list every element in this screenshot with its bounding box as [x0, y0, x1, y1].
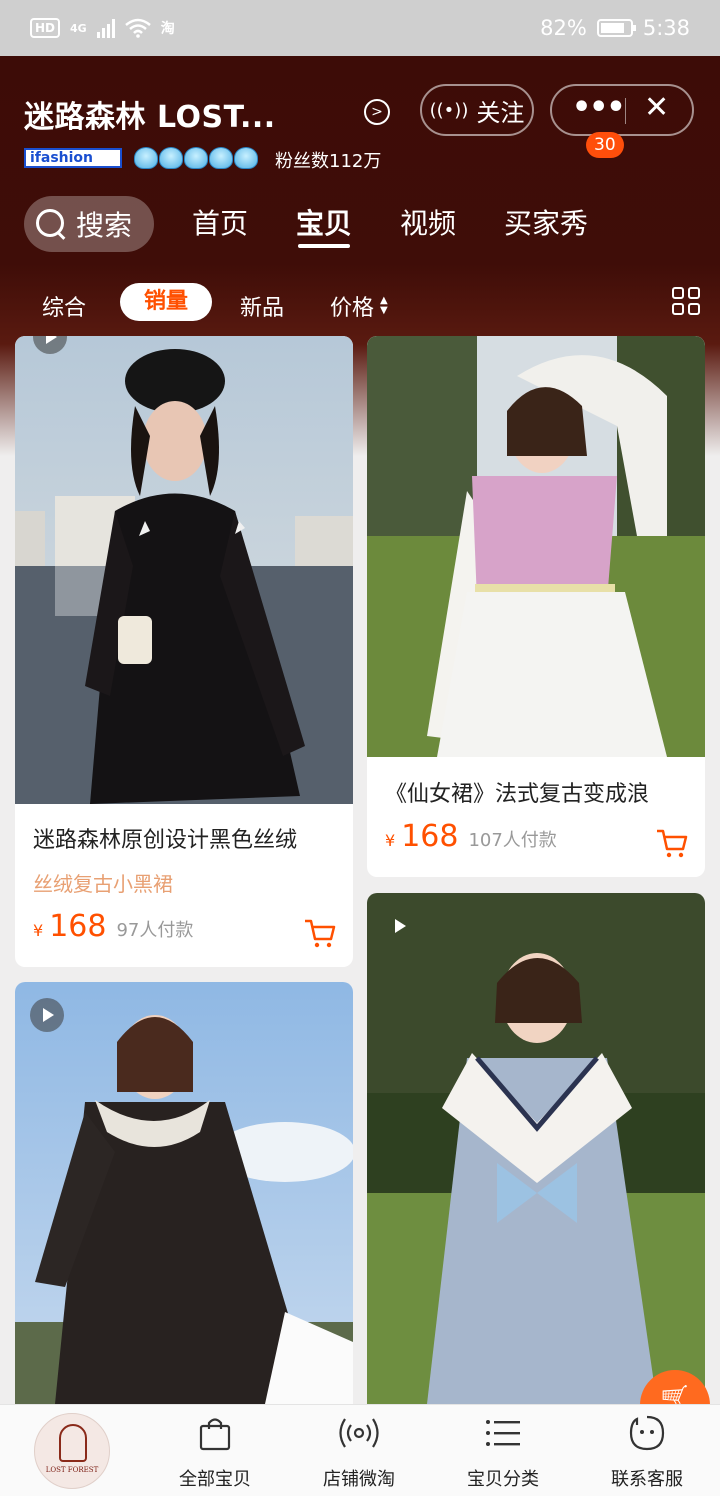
signal-icon	[96, 18, 115, 38]
cart-icon[interactable]	[655, 826, 689, 860]
cart-icon[interactable]	[303, 916, 337, 950]
search-button[interactable]: 搜索	[24, 196, 154, 252]
shop-name[interactable]: 迷路森林 LOST...	[24, 92, 276, 136]
nav-categories[interactable]: 宝贝分类	[448, 1413, 558, 1491]
grid-view-icon[interactable]	[672, 287, 700, 315]
bottom-nav: LOST FOREST 全部宝贝 店铺微淘 宝贝分类 联系客服	[0, 1404, 720, 1496]
nav-label: 宝贝分类	[467, 1469, 539, 1490]
product-image	[367, 336, 705, 757]
sort-new[interactable]: 新品	[240, 290, 284, 322]
nav-label: 店铺微淘	[323, 1469, 395, 1490]
product-price: 168	[401, 819, 459, 854]
nav-label: 全部宝贝	[179, 1469, 251, 1490]
crown-icon	[184, 147, 208, 169]
network-type: 4G	[70, 21, 87, 35]
crown-icon	[134, 147, 158, 169]
product-image	[15, 982, 353, 1404]
sort-arrows-icon: ▲ ▼	[380, 295, 388, 316]
nav-all-items[interactable]: 全部宝贝	[160, 1413, 270, 1491]
battery-level	[600, 23, 624, 33]
taobao-app-icon: 淘	[160, 21, 175, 37]
clock: 5:38	[642, 16, 690, 40]
crown-icon	[159, 147, 183, 169]
sort-sales[interactable]: 销量	[120, 283, 212, 321]
product-subtitle: 丝绒复古小黑裙	[33, 872, 173, 896]
miniapp-capsule: ••• ✕	[550, 84, 694, 136]
nav-shop-feed[interactable]: 店铺微淘	[304, 1413, 414, 1491]
status-left: HD 4G 淘	[30, 18, 175, 38]
product-card[interactable]	[367, 893, 705, 1404]
product-card[interactable]: 迷路森林原创设计黑色丝绒 丝绒复古小黑裙 ¥ 168 97人付款	[15, 336, 353, 967]
capsule-divider	[625, 98, 626, 124]
tab-items[interactable]: 宝贝	[296, 202, 352, 242]
video-play-icon[interactable]	[382, 909, 416, 943]
shop-rating-crowns	[134, 147, 258, 169]
product-image	[15, 336, 353, 804]
active-tab-indicator	[298, 244, 350, 248]
shopping-bag-icon	[160, 1413, 270, 1453]
follow-label: 关注	[476, 98, 525, 127]
product-price: 168	[49, 909, 107, 944]
broadcast-icon: ((•))	[429, 99, 469, 121]
ifashion-label: ifashion	[30, 150, 94, 166]
search-icon	[36, 209, 66, 239]
chat-face-icon	[592, 1413, 702, 1453]
battery-percent: 82%	[540, 16, 587, 40]
message-badge: 30	[586, 132, 624, 158]
product-title: 迷路森林原创设计黑色丝绒	[33, 828, 298, 853]
sort-comprehensive[interactable]: 综合	[42, 290, 86, 322]
tab-video[interactable]: 视频	[400, 202, 456, 242]
ifashion-logo: ifashion	[24, 148, 122, 168]
sort-price-label: 价格	[330, 296, 375, 321]
product-title: 《仙女裙》法式复古变成浪	[385, 782, 650, 807]
chevron-right-icon[interactable]: >	[364, 99, 390, 125]
broadcast-icon	[304, 1413, 414, 1453]
crown-icon	[209, 147, 233, 169]
currency-symbol: ¥	[33, 921, 44, 940]
crown-icon	[234, 147, 258, 169]
nav-customer-service[interactable]: 联系客服	[592, 1413, 702, 1491]
product-card[interactable]: 《仙女裙》法式复古变成浪 ¥ 168 107人付款	[367, 336, 705, 877]
product-image	[367, 893, 705, 1404]
sold-count: 97人付款	[116, 920, 194, 941]
status-right: 82% 5:38	[540, 16, 690, 40]
close-icon[interactable]: ✕	[644, 90, 669, 125]
shop-crest-icon	[59, 1424, 87, 1462]
follow-button[interactable]: ((•)) 关注	[420, 84, 534, 136]
search-label: 搜索	[76, 209, 133, 242]
tab-home[interactable]: 首页	[192, 202, 248, 242]
nav-label: 联系客服	[611, 1469, 683, 1490]
sold-count: 107人付款	[468, 830, 557, 851]
shop-logo-text: LOST FOREST	[45, 1466, 99, 1474]
fans-count: 粉丝数112万	[275, 151, 382, 172]
video-play-icon[interactable]	[30, 998, 64, 1032]
shop-logo[interactable]: LOST FOREST	[34, 1413, 110, 1489]
battery-icon	[596, 19, 636, 37]
product-card[interactable]	[15, 982, 353, 1404]
price-row: ¥ 168 97人付款	[33, 909, 193, 944]
sort-price[interactable]: 价格 ▲ ▼	[330, 290, 388, 322]
more-icon[interactable]: •••	[572, 90, 626, 125]
hd-indicator: HD	[30, 18, 61, 38]
currency-symbol: ¥	[385, 831, 396, 850]
price-row: ¥ 168 107人付款	[385, 819, 557, 854]
list-icon	[448, 1413, 558, 1453]
tab-buyer-show[interactable]: 买家秀	[504, 202, 588, 242]
status-bar: HD 4G 淘 82% 5:38	[0, 0, 720, 56]
wifi-icon	[124, 18, 151, 38]
